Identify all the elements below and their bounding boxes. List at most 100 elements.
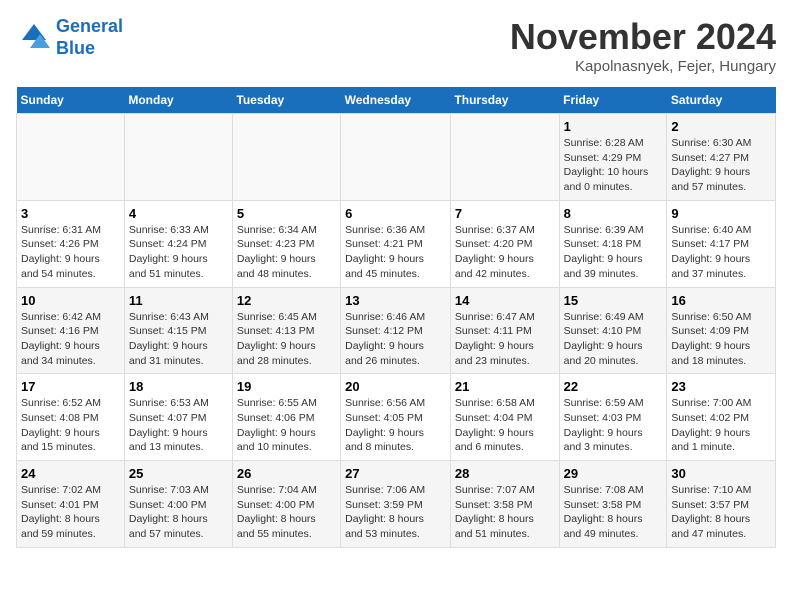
day-number: 4 <box>129 206 228 221</box>
month-title: November 2024 <box>510 16 776 58</box>
day-info: Sunrise: 6:40 AM Sunset: 4:17 PM Dayligh… <box>671 223 771 282</box>
calendar-cell: 18 Sunrise: 6:53 AM Sunset: 4:07 PM Dayli… <box>124 374 232 461</box>
day-number: 27 <box>345 466 446 481</box>
day-number: 15 <box>564 293 663 308</box>
day-number: 26 <box>237 466 336 481</box>
week-row-3: 10 Sunrise: 6:42 AM Sunset: 4:16 PM Dayli… <box>17 287 776 374</box>
day-info: Sunrise: 7:10 AM Sunset: 3:57 PM Dayligh… <box>671 483 771 542</box>
calendar-cell: 26Sunrise: 7:04 AM Sunset: 4:00 PM Dayli… <box>232 461 340 548</box>
day-info: Sunrise: 7:08 AM Sunset: 3:58 PM Dayligh… <box>564 483 663 542</box>
day-info: Sunrise: 6:56 AM Sunset: 4:05 PM Dayligh… <box>345 396 446 455</box>
day-header-thursday: Thursday <box>450 87 559 114</box>
day-header-sunday: Sunday <box>17 87 125 114</box>
calendar-cell: 21 Sunrise: 6:58 AM Sunset: 4:04 PM Dayli… <box>450 374 559 461</box>
day-header-tuesday: Tuesday <box>232 87 340 114</box>
day-number: 21 <box>455 379 555 394</box>
calendar-cell: 30 Sunrise: 7:10 AM Sunset: 3:57 PM Dayli… <box>667 461 776 548</box>
calendar-cell: 8 Sunrise: 6:39 AM Sunset: 4:18 PM Daylig… <box>559 200 667 287</box>
day-number: 29 <box>564 466 663 481</box>
calendar-cell: 11 Sunrise: 6:43 AM Sunset: 4:15 PM Dayli… <box>124 287 232 374</box>
calendar-cell: 25 Sunrise: 7:03 AM Sunset: 4:00 PM Dayli… <box>124 461 232 548</box>
day-number: 5 <box>237 206 336 221</box>
week-row-5: 24 Sunrise: 7:02 AM Sunset: 4:01 PM Dayli… <box>17 461 776 548</box>
day-number: 13 <box>345 293 446 308</box>
calendar-cell: 28 Sunrise: 7:07 AM Sunset: 3:58 PM Dayli… <box>450 461 559 548</box>
day-number: 24 <box>21 466 120 481</box>
calendar-cell <box>17 114 125 201</box>
day-info: Sunrise: 7:02 AM Sunset: 4:01 PM Dayligh… <box>21 483 120 542</box>
calendar-cell: 12 Sunrise: 6:45 AM Sunset: 4:13 PM Dayli… <box>232 287 340 374</box>
day-number: 8 <box>564 206 663 221</box>
day-number: 1 <box>564 119 663 134</box>
calendar-cell: 24 Sunrise: 7:02 AM Sunset: 4:01 PM Dayli… <box>17 461 125 548</box>
logo-icon <box>16 20 52 56</box>
day-info: Sunrise: 6:43 AM Sunset: 4:15 PM Dayligh… <box>129 310 228 369</box>
day-info: Sunrise: 6:39 AM Sunset: 4:18 PM Dayligh… <box>564 223 663 282</box>
day-number: 10 <box>21 293 120 308</box>
calendar-cell: 27 Sunrise: 7:06 AM Sunset: 3:59 PM Dayli… <box>341 461 451 548</box>
day-info: Sunrise: 6:49 AM Sunset: 4:10 PM Dayligh… <box>564 310 663 369</box>
calendar-cell: 2 Sunrise: 6:30 AM Sunset: 4:27 PM Daylig… <box>667 114 776 201</box>
day-number: 22 <box>564 379 663 394</box>
day-info: Sunrise: 6:55 AM Sunset: 4:06 PM Dayligh… <box>237 396 336 455</box>
calendar-cell <box>232 114 340 201</box>
logo: General Blue <box>16 16 123 59</box>
day-info: Sunrise: 6:58 AM Sunset: 4:04 PM Dayligh… <box>455 396 555 455</box>
day-header-wednesday: Wednesday <box>341 87 451 114</box>
calendar-body: 1 Sunrise: 6:28 AM Sunset: 4:29 PM Daylig… <box>17 114 776 548</box>
calendar-table: SundayMondayTuesdayWednesdayThursdayFrid… <box>16 87 776 548</box>
day-info: Sunrise: 6:53 AM Sunset: 4:07 PM Dayligh… <box>129 396 228 455</box>
calendar-cell: 9Sunrise: 6:40 AM Sunset: 4:17 PM Daylig… <box>667 200 776 287</box>
logo-line2: Blue <box>56 38 95 58</box>
calendar-cell: 10 Sunrise: 6:42 AM Sunset: 4:16 PM Dayli… <box>17 287 125 374</box>
day-number: 19 <box>237 379 336 394</box>
day-info: Sunrise: 6:50 AM Sunset: 4:09 PM Dayligh… <box>671 310 771 369</box>
day-info: Sunrise: 6:34 AM Sunset: 4:23 PM Dayligh… <box>237 223 336 282</box>
calendar-cell: 13Sunrise: 6:46 AM Sunset: 4:12 PM Dayli… <box>341 287 451 374</box>
week-row-2: 3Sunrise: 6:31 AM Sunset: 4:26 PM Daylig… <box>17 200 776 287</box>
calendar-cell: 5 Sunrise: 6:34 AM Sunset: 4:23 PM Daylig… <box>232 200 340 287</box>
day-info: Sunrise: 6:37 AM Sunset: 4:20 PM Dayligh… <box>455 223 555 282</box>
day-number: 12 <box>237 293 336 308</box>
day-number: 18 <box>129 379 228 394</box>
day-number: 2 <box>671 119 771 134</box>
logo-line1: General <box>56 16 123 36</box>
day-info: Sunrise: 6:52 AM Sunset: 4:08 PM Dayligh… <box>21 396 120 455</box>
day-info: Sunrise: 7:00 AM Sunset: 4:02 PM Dayligh… <box>671 396 771 455</box>
day-info: Sunrise: 6:59 AM Sunset: 4:03 PM Dayligh… <box>564 396 663 455</box>
day-number: 6 <box>345 206 446 221</box>
day-info: Sunrise: 6:42 AM Sunset: 4:16 PM Dayligh… <box>21 310 120 369</box>
calendar-cell: 23Sunrise: 7:00 AM Sunset: 4:02 PM Dayli… <box>667 374 776 461</box>
day-info: Sunrise: 6:33 AM Sunset: 4:24 PM Dayligh… <box>129 223 228 282</box>
day-number: 28 <box>455 466 555 481</box>
day-number: 17 <box>21 379 120 394</box>
day-info: Sunrise: 6:30 AM Sunset: 4:27 PM Dayligh… <box>671 136 771 195</box>
calendar-cell: 19 Sunrise: 6:55 AM Sunset: 4:06 PM Dayli… <box>232 374 340 461</box>
calendar-cell: 22 Sunrise: 6:59 AM Sunset: 4:03 PM Dayli… <box>559 374 667 461</box>
calendar-cell: 6Sunrise: 6:36 AM Sunset: 4:21 PM Daylig… <box>341 200 451 287</box>
location: Kapolnasnyek, Fejer, Hungary <box>510 58 776 75</box>
week-row-1: 1 Sunrise: 6:28 AM Sunset: 4:29 PM Daylig… <box>17 114 776 201</box>
day-header-monday: Monday <box>124 87 232 114</box>
calendar-cell: 29 Sunrise: 7:08 AM Sunset: 3:58 PM Dayli… <box>559 461 667 548</box>
day-info: Sunrise: 7:06 AM Sunset: 3:59 PM Dayligh… <box>345 483 446 542</box>
calendar-cell: 3Sunrise: 6:31 AM Sunset: 4:26 PM Daylig… <box>17 200 125 287</box>
day-number: 20 <box>345 379 446 394</box>
day-info: Sunrise: 7:07 AM Sunset: 3:58 PM Dayligh… <box>455 483 555 542</box>
day-info: Sunrise: 7:03 AM Sunset: 4:00 PM Dayligh… <box>129 483 228 542</box>
day-info: Sunrise: 6:28 AM Sunset: 4:29 PM Dayligh… <box>564 136 663 195</box>
day-info: Sunrise: 6:45 AM Sunset: 4:13 PM Dayligh… <box>237 310 336 369</box>
day-header-saturday: Saturday <box>667 87 776 114</box>
day-number: 7 <box>455 206 555 221</box>
day-number: 11 <box>129 293 228 308</box>
calendar-header-row: SundayMondayTuesdayWednesdayThursdayFrid… <box>17 87 776 114</box>
day-number: 25 <box>129 466 228 481</box>
day-header-friday: Friday <box>559 87 667 114</box>
calendar-cell: 1 Sunrise: 6:28 AM Sunset: 4:29 PM Daylig… <box>559 114 667 201</box>
title-area: November 2024 Kapolnasnyek, Fejer, Hunga… <box>510 16 776 75</box>
calendar-cell: 4 Sunrise: 6:33 AM Sunset: 4:24 PM Daylig… <box>124 200 232 287</box>
calendar-cell <box>341 114 451 201</box>
header: General Blue November 2024 Kapolnasnyek,… <box>16 16 776 75</box>
day-number: 30 <box>671 466 771 481</box>
calendar-cell: 17 Sunrise: 6:52 AM Sunset: 4:08 PM Dayli… <box>17 374 125 461</box>
